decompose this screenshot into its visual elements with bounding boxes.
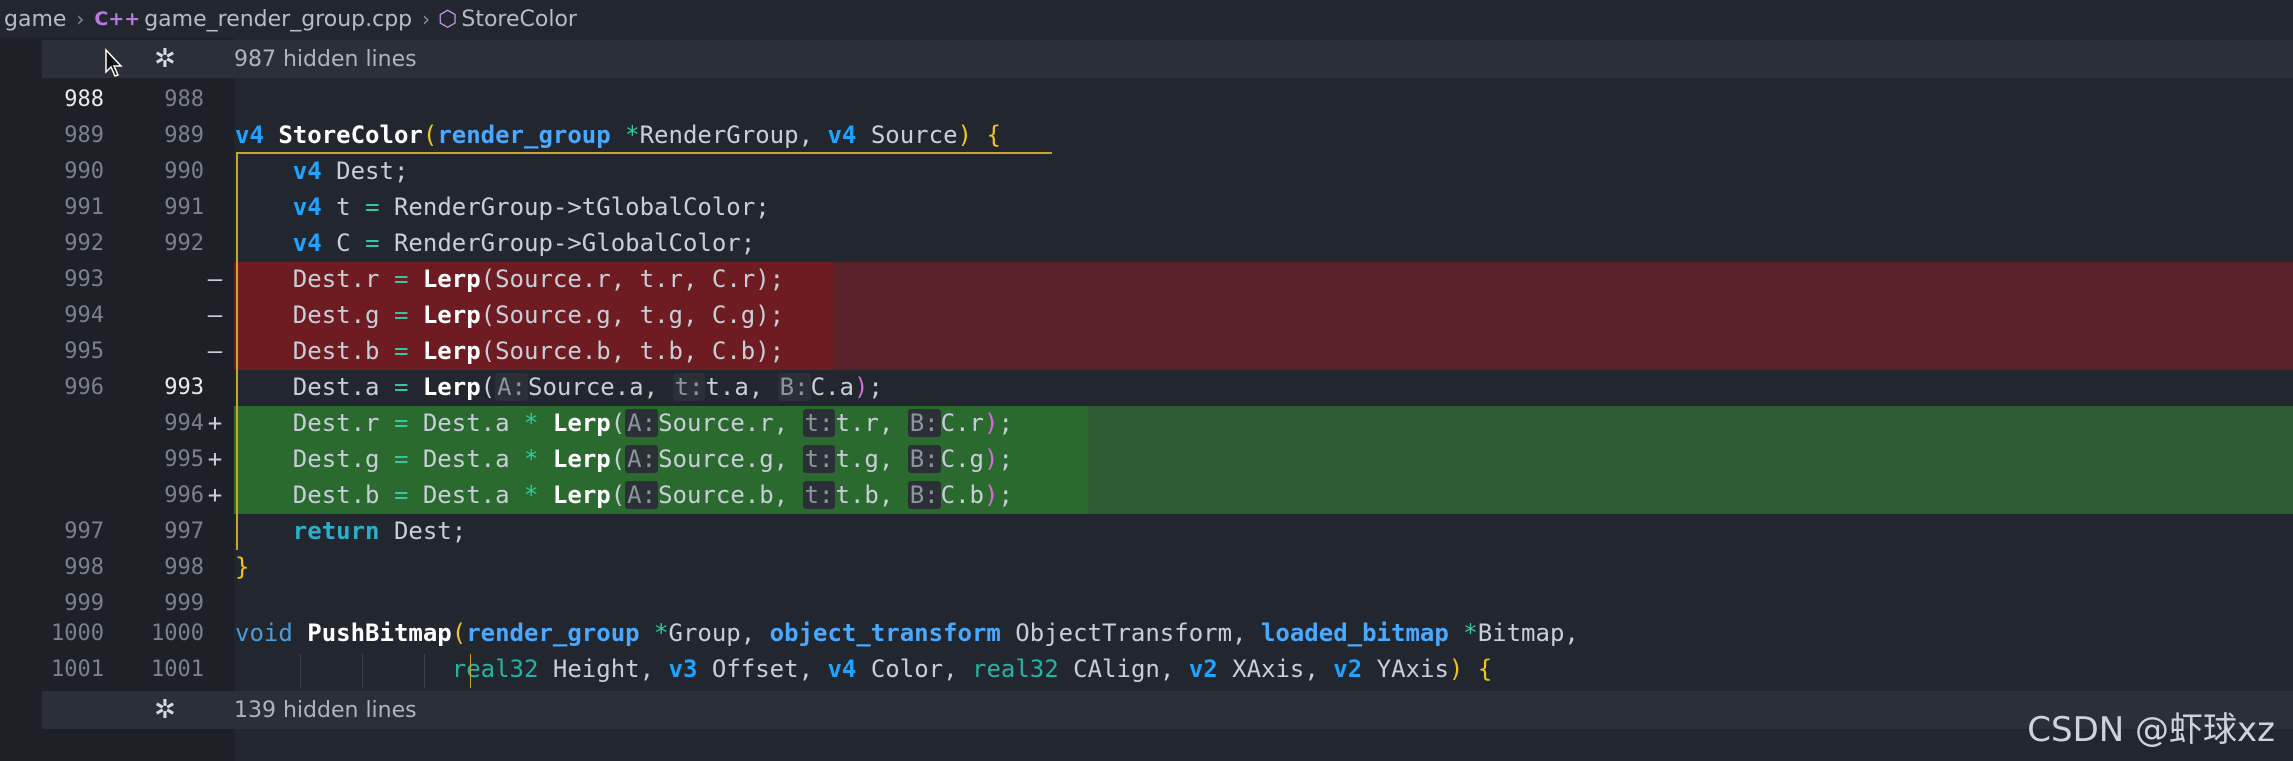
code-text: Dest.a = Lerp(A:Source.a, t:t.a, B:C.a); [292,373,883,401]
old-line-number: 994 [64,303,104,328]
code-line[interactable]: 992 992 v4 C = RenderGroup->GlobalColor; [0,226,2293,262]
old-line-number: 1000 [51,621,104,646]
code-text: v4 Dest; [292,157,409,185]
code-text: Dest.g = Lerp(Source.g, t.g, C.g); [292,301,785,329]
old-line-number: 995 [64,339,104,364]
code-text: Dest.r = Lerp(Source.r, t.r, C.r); [292,265,785,293]
new-line-number: 996 [164,483,204,508]
removed-mark: — [207,301,223,329]
breadcrumb-symbol[interactable]: StoreColor [457,7,581,32]
added-mark: + [207,445,223,473]
new-line-number: 997 [164,519,204,544]
code-line[interactable]: 1001 1001 real32 Height, v3 Offset, v4 C… [0,652,2293,688]
removed-line[interactable]: 994 — Dest.g = Lerp(Source.g, t.g, C.g); [0,298,2293,334]
new-line-number: 998 [164,555,204,580]
old-line-number: 992 [64,231,104,256]
bracket-guide [236,152,238,550]
new-line-number: 992 [164,231,204,256]
hidden-lines-bar-top[interactable]: ✲ 987 hidden lines [42,40,2293,78]
hidden-lines-label: 987 hidden lines [234,46,417,72]
chevron-right-icon: › [76,7,85,31]
code-line[interactable]: 990 990 v4 Dest; [0,154,2293,190]
unfold-icon[interactable]: ✲ [154,695,176,725]
code-text: v4 StoreColor(render_group *RenderGroup,… [235,121,1001,149]
unfold-icon[interactable]: ✲ [154,44,176,74]
inlay-hint: t: [802,445,836,473]
inlay-hint: A: [625,481,659,509]
new-line-number: 994 [164,411,204,436]
inlay-hint: A: [625,445,659,473]
added-line[interactable]: 994 + Dest.r = Dest.a * Lerp(A:Source.r,… [0,406,2293,442]
new-line-number: 1000 [151,621,204,646]
added-line[interactable]: 996 + Dest.b = Dest.a * Lerp(A:Source.b,… [0,478,2293,514]
code-text: Dest.b = Dest.a * Lerp(A:Source.b, t:t.b… [292,481,1013,509]
breadcrumb-folder[interactable]: game [0,7,70,32]
inlay-hint: B: [907,481,941,509]
code-line[interactable]: 997 997 return Dest; [0,514,2293,550]
removed-mark: — [207,337,223,365]
code-line[interactable]: 998 998 } [0,550,2293,586]
inlay-hint: B: [777,373,811,401]
cube-icon: ⬡ [438,6,458,32]
new-line-number: 1001 [151,657,204,682]
inlay-hint: t: [672,373,706,401]
added-line[interactable]: 995 + Dest.g = Dest.a * Lerp(A:Source.g,… [0,442,2293,478]
added-mark: + [207,481,223,509]
old-line-number: 998 [64,555,104,580]
bracket-guide [236,152,1052,154]
old-line-number: 993 [64,267,104,292]
code-line[interactable]: 996 993 Dest.a = Lerp(A:Source.a, t:t.a,… [0,370,2293,406]
inlay-hint: t: [802,481,836,509]
old-line-number: 996 [64,375,104,400]
hidden-lines-label: 139 hidden lines [234,697,417,723]
code-text: Dest.g = Dest.a * Lerp(A:Source.g, t:t.g… [292,445,1013,473]
inlay-hint: A: [625,409,659,437]
removed-line[interactable]: 993 — Dest.r = Lerp(Source.r, t.r, C.r); [0,262,2293,298]
breadcrumb-file[interactable]: game_render_group.cpp [140,7,416,32]
code-text: Dest.r = Dest.a * Lerp(A:Source.r, t:t.r… [292,409,1013,437]
code-line[interactable]: 1000 1000 void PushBitmap(render_group *… [0,616,2293,652]
breadcrumb: game › C++ game_render_group.cpp › ⬡ Sto… [0,0,2293,38]
chevron-right-icon: › [422,7,431,31]
new-line-number: 989 [164,123,204,148]
code-text: return Dest; [292,517,467,545]
new-line-number: 990 [164,159,204,184]
new-line-number: 988 [164,87,204,112]
old-line-number: 1001 [51,657,104,682]
inlay-hint: t: [802,409,836,437]
mouse-cursor-icon [105,48,123,77]
removed-mark: — [207,265,223,293]
watermark: CSDN @虾球xz [2027,710,2275,750]
code-line[interactable]: 991 991 v4 t = RenderGroup->tGlobalColor… [0,190,2293,226]
indent-guide [424,654,425,688]
new-line-number: 995 [164,447,204,472]
old-line-number: 989 [64,123,104,148]
added-mark: + [207,409,223,437]
cpp-file-icon: C++ [94,8,141,30]
code-line[interactable]: 989 989 v4 StoreColor(render_group *Rend… [0,118,2293,154]
hidden-lines-bar-bottom[interactable]: ✲ 139 hidden lines [42,691,2293,729]
new-line-number: 993 [164,375,204,400]
old-line-number: 991 [64,195,104,220]
bracket-guide [470,654,471,688]
inlay-hint: B: [907,445,941,473]
indent-guide [300,654,301,688]
code-text: void PushBitmap(render_group *Group, obj… [235,619,1579,647]
code-text: v4 t = RenderGroup->tGlobalColor; [292,193,770,221]
removed-line[interactable]: 995 — Dest.b = Lerp(Source.b, t.b, C.b); [0,334,2293,370]
code-text: } [235,553,250,581]
code-text: v4 C = RenderGroup->GlobalColor; [292,229,756,257]
new-line-number: 991 [164,195,204,220]
old-line-number: 988 [64,87,104,112]
indent-guide [362,654,363,688]
old-line-number: 990 [64,159,104,184]
inlay-hint: A: [495,373,529,401]
code-line[interactable]: 988 988 [0,82,2293,118]
old-line-number: 997 [64,519,104,544]
inlay-hint: B: [907,409,941,437]
code-text: Dest.b = Lerp(Source.b, t.b, C.b); [292,337,785,365]
